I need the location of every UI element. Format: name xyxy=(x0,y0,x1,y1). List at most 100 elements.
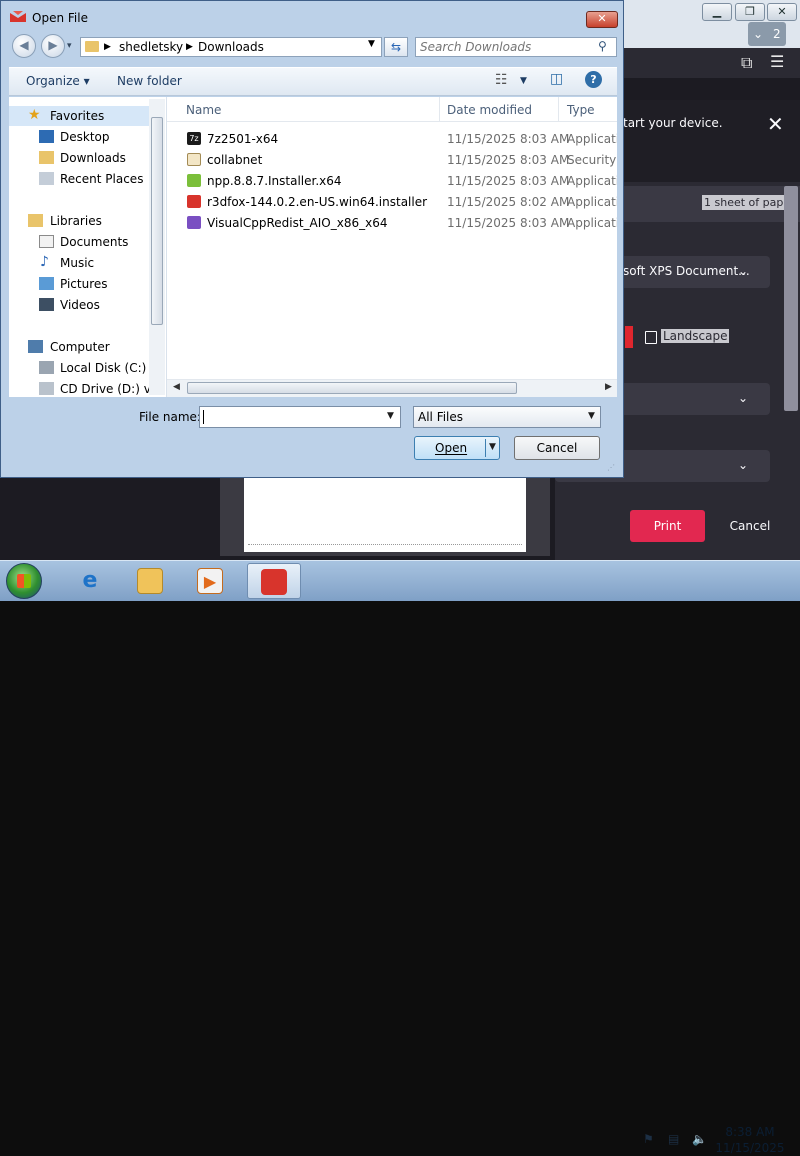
folder-icon xyxy=(85,41,99,52)
landscape-label: Landscape xyxy=(661,329,730,343)
recent-places-icon xyxy=(39,172,54,185)
nav-computer[interactable]: Computer xyxy=(9,337,149,357)
desktop-icon xyxy=(39,130,54,143)
disk-icon xyxy=(39,361,54,374)
column-type[interactable]: Type xyxy=(567,103,595,117)
chevron-down-icon: ⌄ xyxy=(738,391,749,405)
file-row[interactable]: r3dfox-144.0.2.en-US.win64.installer 11/… xyxy=(167,191,617,212)
taskbar-explorer[interactable] xyxy=(124,563,178,599)
column-name[interactable]: Name xyxy=(186,103,221,117)
certificate-icon xyxy=(187,153,201,166)
start-button[interactable] xyxy=(6,563,42,599)
resize-grip-icon[interactable]: ⋰ xyxy=(607,463,615,472)
file-row[interactable]: npp.8.8.7.Installer.x64 11/15/2025 8:03 … xyxy=(167,170,617,191)
videos-icon xyxy=(39,298,54,311)
search-input[interactable] xyxy=(420,39,590,55)
taskbar-r3dfox[interactable] xyxy=(247,563,301,599)
close-icon[interactable]: ✕ xyxy=(767,112,784,136)
taskbar: e ▶ ⚑ ▤ 🔈 8:38 AM 11/15/2025 xyxy=(0,560,800,1155)
breadcrumb-separator-icon: ▶ xyxy=(186,42,193,52)
file-row[interactable]: collabnet 11/15/2025 8:03 AM Security C xyxy=(167,149,617,170)
nav-libraries[interactable]: Libraries xyxy=(9,211,149,231)
pictures-icon xyxy=(39,277,54,290)
preview-pane-icon[interactable]: ◫ xyxy=(550,71,563,87)
address-dropdown-icon[interactable]: ▼ xyxy=(368,39,375,49)
file-row[interactable]: VisualCppRedist_AIO_x86_x64 11/15/2025 8… xyxy=(167,212,617,233)
chevron-down-icon: ⌄ xyxy=(738,264,749,278)
view-dropdown-icon[interactable]: ▼ xyxy=(520,76,527,86)
scroll-right-icon[interactable]: ▶ xyxy=(605,382,612,392)
tab-count: 2 xyxy=(773,27,781,41)
minimize-button[interactable]: ▁ xyxy=(702,3,732,21)
view-options-icon[interactable]: ☷ xyxy=(495,72,508,88)
maximize-button[interactable]: ❐ xyxy=(735,3,765,21)
nav-desktop[interactable]: Desktop xyxy=(9,127,149,147)
network-icon[interactable]: ▤ xyxy=(668,1132,682,1146)
open-options-dropdown-icon[interactable]: ▼ xyxy=(489,442,496,452)
nav-scrollbar[interactable] xyxy=(149,99,165,395)
help-icon[interactable]: ? xyxy=(585,71,602,88)
new-folder-button[interactable]: New folder xyxy=(117,74,182,88)
print-panel-scrollbar[interactable] xyxy=(784,186,798,411)
file-name-field[interactable]: ▼ xyxy=(199,406,401,428)
nav-documents[interactable]: Documents xyxy=(9,232,149,252)
nav-downloads[interactable]: Downloads xyxy=(9,148,149,168)
system-clock[interactable]: 8:38 AM 11/15/2025 xyxy=(712,1124,788,1156)
chevron-down-icon: ⌄ xyxy=(738,458,749,472)
clock-date: 11/15/2025 xyxy=(715,1141,785,1155)
visual-studio-icon xyxy=(187,216,201,229)
column-headers: Name ⌃ Date modified Type xyxy=(167,97,617,122)
extensions-icon[interactable]: ⧉ xyxy=(741,53,752,73)
volume-muted-icon[interactable]: 🔈 xyxy=(692,1132,707,1146)
print-button[interactable]: Print xyxy=(630,510,705,542)
tab-list-button[interactable]: ⌄ 2 xyxy=(748,22,786,46)
column-date-modified[interactable]: Date modified xyxy=(447,103,532,117)
open-file-dialog: Open File ✕ ◀ ▶ ▾ ▶ shedletsky ▶ Downloa… xyxy=(0,0,624,478)
nav-pictures[interactable]: Pictures xyxy=(9,274,149,294)
back-button[interactable]: ◀ xyxy=(12,34,36,58)
horizontal-scrollbar[interactable]: ◀ ▶ xyxy=(167,379,617,397)
nav-videos[interactable]: Videos xyxy=(9,295,149,315)
music-icon: ♪ xyxy=(40,254,49,270)
nav-recent-places[interactable]: Recent Places xyxy=(9,169,149,189)
printer-name: soft XPS Document... xyxy=(623,264,750,278)
r3dfox-icon xyxy=(187,195,201,208)
sort-ascending-icon: ⌃ xyxy=(305,97,313,104)
nav-music[interactable]: ♪ Music xyxy=(9,253,149,273)
taskbar-media-player[interactable]: ▶ xyxy=(184,563,238,599)
file-type-select[interactable]: All Files ▼ xyxy=(413,406,601,428)
forward-button[interactable]: ▶ xyxy=(41,34,65,58)
sheets-summary: 1 sheet of paper xyxy=(702,195,797,210)
scroll-left-icon[interactable]: ◀ xyxy=(173,382,180,392)
recent-locations-dropdown[interactable]: ▾ xyxy=(67,41,72,51)
nav-cd-drive[interactable]: CD Drive (D:) virt xyxy=(9,379,164,399)
file-name-label: File name: xyxy=(139,410,201,424)
taskbar-internet-explorer[interactable]: e xyxy=(64,563,118,599)
action-center-flag-icon[interactable]: ⚑ xyxy=(643,1132,657,1146)
cancel-button[interactable]: Cancel xyxy=(514,436,600,460)
documents-icon xyxy=(39,235,54,248)
cd-drive-icon xyxy=(39,382,54,395)
cancel-print-button[interactable]: Cancel xyxy=(716,510,784,542)
clock-time: 8:38 AM xyxy=(725,1125,775,1139)
refresh-button[interactable]: ⇆ xyxy=(384,37,408,57)
window-close-button[interactable]: ✕ xyxy=(767,3,797,21)
navigation-pane: ★ Favorites Desktop Downloads Recent Pla… xyxy=(9,97,167,397)
menu-icon[interactable]: ☰ xyxy=(770,52,784,71)
organize-button[interactable]: Organize ▾ xyxy=(26,74,90,88)
breadcrumb-downloads[interactable]: Downloads xyxy=(198,40,264,54)
media-player-icon: ▶ xyxy=(197,568,223,594)
search-box[interactable]: ⚲ xyxy=(415,37,617,57)
file-list: Name ⌃ Date modified Type 7z 7z2501-x64 … xyxy=(167,97,617,397)
nav-favorites[interactable]: ★ Favorites xyxy=(9,106,149,126)
address-bar[interactable]: ▶ shedletsky ▶ Downloads ▼ xyxy=(80,37,382,57)
breadcrumb-shedletsky[interactable]: shedletsky xyxy=(119,40,183,54)
dialog-close-button[interactable]: ✕ xyxy=(586,11,618,28)
file-name-dropdown-icon[interactable]: ▼ xyxy=(387,411,394,421)
landscape-option[interactable]: Landscape xyxy=(625,326,730,348)
nav-local-disk[interactable]: Local Disk (C:) xyxy=(9,358,149,378)
file-row[interactable]: 7z 7z2501-x64 11/15/2025 8:03 AM Applica… xyxy=(167,128,617,149)
file-name-input[interactable] xyxy=(203,409,383,425)
internet-explorer-icon: e xyxy=(82,568,98,593)
open-button[interactable]: Open ▼ xyxy=(414,436,500,460)
